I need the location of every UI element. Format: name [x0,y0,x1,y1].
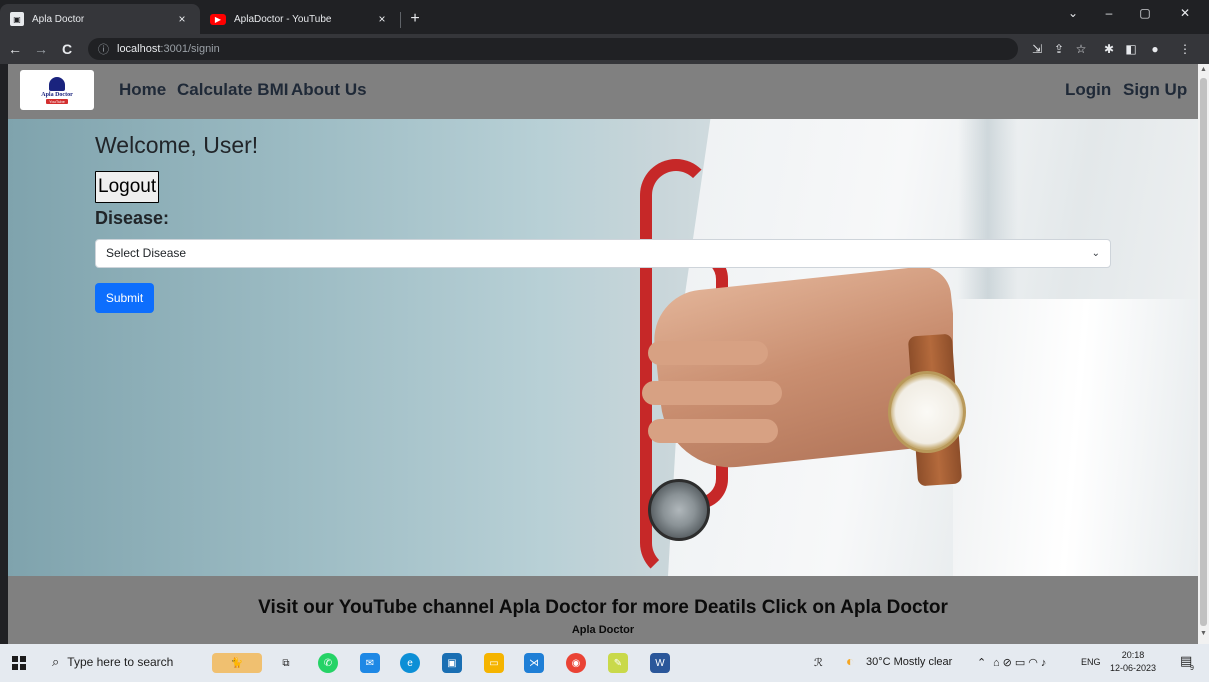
page-scrollbar[interactable]: ▲ ▼ [1198,64,1209,644]
tab-title: AplaDoctor - YouTube [234,13,332,25]
url-host: localhost [117,43,161,55]
windows-taskbar: ⌕ Type here to search 🐈 ⧉ ✆ ✉ e ▣ ▭ ⋊ ◉ … [0,644,1209,682]
people-icon[interactable]: ℛ [814,656,823,669]
finger-shape [648,341,768,365]
web-page: Apla Doctor YouTube Home Calculate BMI A… [8,64,1198,644]
input-language[interactable]: ENG [1081,657,1101,667]
search-icon: ⌕ [52,654,60,669]
scroll-up-icon[interactable]: ▲ [1198,66,1209,78]
apla-doctor-favicon-icon: ▣ [10,12,24,26]
address-bar[interactable]: ⓘ localhost :3001/signin [88,38,1018,60]
profile-avatar-icon[interactable]: ● [1146,42,1164,56]
new-tab-button[interactable]: + [404,8,426,30]
clock-time: 20:18 [1121,650,1145,660]
nav-about-us-link[interactable]: About Us [291,80,367,100]
windows-start-icon[interactable] [12,656,26,670]
system-tray-icons[interactable]: ⌂⊘▭◠♪ [993,656,1049,669]
show-hidden-icons-chevron-icon[interactable]: ⌃ [977,656,986,669]
wristwatch-icon [888,371,966,453]
chrome-browser-icon[interactable]: ◉ [566,653,586,673]
file-explorer-icon[interactable]: ▭ [484,653,504,673]
finger-shape [642,381,782,405]
submit-button[interactable]: Submit [95,283,154,313]
logo-text: Apla Doctor [41,91,73,98]
edge-browser-icon[interactable]: e [400,653,420,673]
stethoscope-chestpiece-icon [648,479,710,541]
back-arrow-icon[interactable]: ← [4,41,26,57]
search-highlight-pets-icon[interactable]: 🐈 [212,653,262,673]
finger-shape [648,419,778,443]
bookmark-star-icon[interactable]: ☆ [1072,42,1090,56]
store-app-icon[interactable]: ▣ [442,653,462,673]
site-navbar: Apla Doctor YouTube Home Calculate BMI A… [8,64,1198,119]
task-view-icon[interactable]: ⧉ [276,653,296,673]
browser-toolbar: ← → C ⓘ localhost :3001/signin ⇲ ⇪ ☆ ✱ ◧… [0,34,1209,64]
site-info-icon[interactable]: ⓘ [98,41,109,57]
nav-calculate-bmi-link[interactable]: Calculate BMI [177,80,288,100]
url-path: :3001/signin [160,43,220,55]
youtube-favicon-icon: ▶ [210,13,226,25]
vscode-icon[interactable]: ⋊ [524,653,544,673]
chevron-down-icon: ⌄ [1091,248,1100,259]
logout-button[interactable]: Logout [95,171,160,203]
weather-moon-icon[interactable]: ◐ [846,653,854,669]
weather-text[interactable]: 30°C Mostly clear [866,656,952,668]
close-icon[interactable]: × [374,12,390,26]
nav-home-link[interactable]: Home [119,80,166,100]
share-icon[interactable]: ⇪ [1050,42,1068,56]
maximize-button[interactable]: ▢ [1130,6,1160,20]
coat-sleeve-shape [953,299,1198,576]
nav-sign-up-link[interactable]: Sign Up [1123,80,1187,100]
taskbar-clock[interactable]: 20:18 12-06-2023 [1110,649,1156,675]
minimize-button[interactable]: – [1094,6,1124,20]
menu-kebab-icon[interactable]: ⋮ [1176,42,1194,56]
nav-login-link[interactable]: Login [1065,80,1111,100]
whatsapp-icon[interactable]: ✆ [318,653,338,673]
tab-apla-doctor[interactable]: ▣ Apla Doctor × [0,4,200,34]
mail-icon[interactable]: ✉ [360,653,380,673]
notification-count-badge: 9 [1190,665,1194,672]
tab-youtube[interactable]: ▶ AplaDoctor - YouTube × [200,4,400,34]
install-app-icon[interactable]: ⇲ [1028,42,1046,56]
doctor-logo-icon [49,76,65,91]
footer-text: Visit our YouTube channel Apla Doctor fo… [258,597,948,618]
tab-divider [400,12,401,28]
taskbar-search[interactable]: ⌕ Type here to search [52,654,173,670]
window-close-button[interactable]: ✕ [1170,6,1200,20]
side-panel-icon[interactable]: ◧ [1122,42,1140,56]
disease-form-panel: Welcome, User! Logout Disease: Select Di… [95,128,1111,313]
close-icon[interactable]: × [174,12,190,26]
footer-apla-doctor-link[interactable]: Apla Doctor [8,624,1198,636]
extensions-icon[interactable]: ✱ [1100,42,1118,56]
tab-title: Apla Doctor [32,13,85,25]
word-app-icon[interactable]: W [650,653,670,673]
tab-search-icon[interactable]: ⌄ [1058,6,1088,20]
disease-select-value: Select Disease [106,246,187,260]
disease-select[interactable]: Select Disease ⌄ [95,239,1111,268]
logo-youtube-badge: YouTube [46,98,68,104]
site-logo[interactable]: Apla Doctor YouTube [20,70,94,110]
clock-date: 12-06-2023 [1110,663,1157,673]
site-footer: Visit our YouTube channel Apla Doctor fo… [8,576,1198,644]
welcome-heading: Welcome, User! [95,132,259,158]
paint-app-icon[interactable]: ✎ [608,653,628,673]
forward-arrow-icon[interactable]: → [30,41,52,57]
scrollbar-thumb[interactable] [1200,78,1207,626]
taskbar-search-placeholder: Type here to search [67,655,174,669]
scroll-down-icon[interactable]: ▼ [1198,630,1209,642]
browser-tabstrip: ▣ Apla Doctor × ▶ AplaDoctor - YouTube ×… [0,0,1209,34]
reload-icon[interactable]: C [56,41,78,57]
disease-label: Disease: [95,208,170,228]
